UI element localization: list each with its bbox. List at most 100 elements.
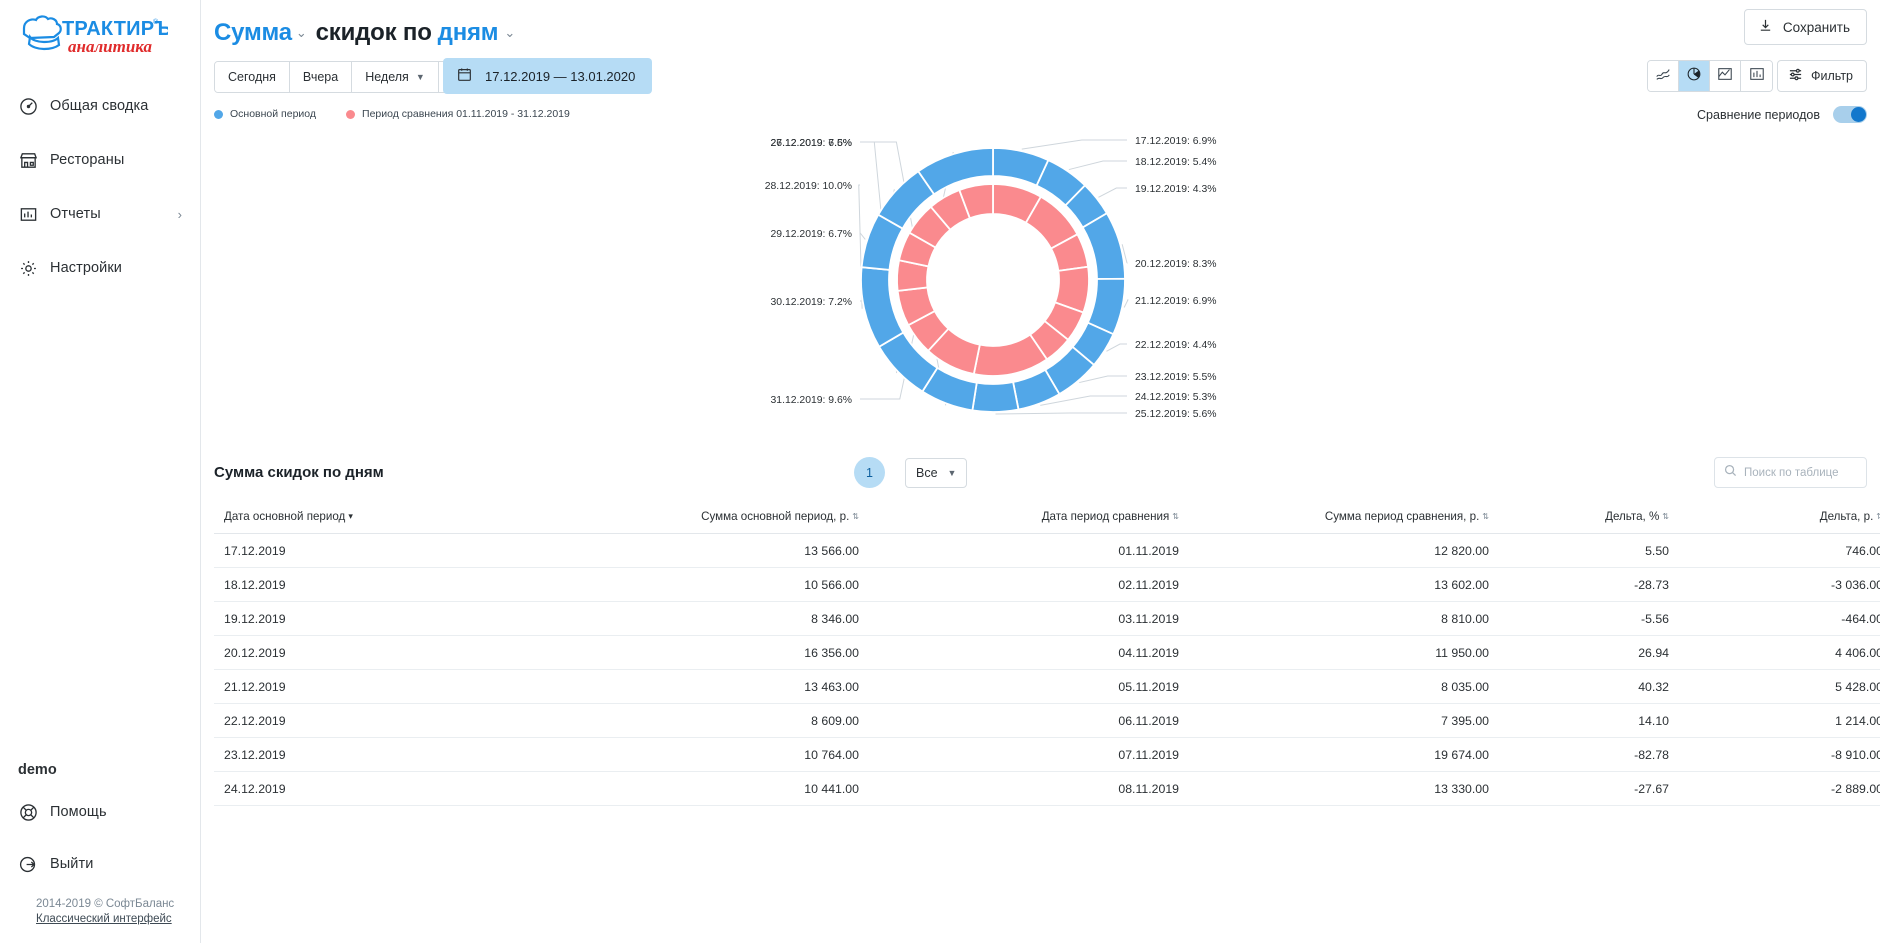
- cell-delta-abs: -8 910.00: [1679, 738, 1880, 772]
- column-header-delta-abs[interactable]: Дельта, р. ⇅: [1679, 504, 1880, 534]
- gear-icon: [18, 258, 38, 278]
- donut-chart-svg[interactable]: 17.12.2019: 6.9%18.12.2019: 5.4%19.12.20…: [201, 130, 1880, 452]
- legend-row: Основной период Период сравнения 01.11.2…: [201, 104, 1880, 130]
- view-column-chart-button[interactable]: [1741, 61, 1772, 91]
- date-range-button[interactable]: 17.12.2019 — 13.01.2020: [443, 58, 652, 94]
- cell-date-cmp: 01.11.2019: [869, 534, 1189, 568]
- chevron-down-icon: ▼: [416, 72, 425, 82]
- cell-sum-main: 10 441.00: [524, 772, 869, 806]
- table-row[interactable]: 17.12.201913 566.0001.11.201912 820.005.…: [214, 534, 1880, 568]
- sidebar-item-reports[interactable]: Отчеты ›: [0, 194, 200, 234]
- column-header-date-main[interactable]: Дата основной период ▾: [214, 504, 524, 534]
- cell-sum-cmp: 13 602.00: [1189, 568, 1499, 602]
- cell-sum-cmp: 12 820.00: [1189, 534, 1499, 568]
- donut-slice-main[interactable]: [972, 382, 1018, 412]
- chart-slice-label: 20.12.2019: 8.3%: [1135, 259, 1216, 270]
- rows-per-page-select[interactable]: Все ▼: [905, 458, 967, 488]
- sidebar-item-settings[interactable]: Настройки: [0, 248, 200, 288]
- column-header-sum-comparison[interactable]: Сумма период сравнения, р. ⇅: [1189, 504, 1499, 534]
- title-subject[interactable]: скидок по: [316, 19, 432, 47]
- sidebar-item-logout[interactable]: Выйти: [0, 844, 200, 884]
- period-label: Неделя: [365, 70, 409, 84]
- compare-periods-toggle[interactable]: [1833, 106, 1867, 123]
- view-area-chart-button[interactable]: [1710, 61, 1741, 91]
- page-number-badge[interactable]: 1: [854, 457, 885, 488]
- sidebar-item-overview[interactable]: Общая сводка: [0, 86, 200, 126]
- date-range-label: 17.12.2019 — 13.01.2020: [485, 69, 635, 84]
- cell-delta-abs: 5 428.00: [1679, 670, 1880, 704]
- chart-slice-label: 18.12.2019: 5.4%: [1135, 157, 1216, 168]
- data-table: Дата основной период ▾ Сумма основной пе…: [214, 504, 1880, 806]
- chevron-down-icon[interactable]: ⌄: [296, 25, 307, 41]
- table-row[interactable]: 19.12.20198 346.0003.11.20198 810.00-5.5…: [214, 602, 1880, 636]
- table-header-row: Дата основной период ▾ Сумма основной пе…: [214, 504, 1880, 534]
- lifebuoy-icon: [18, 802, 38, 822]
- table-row[interactable]: 21.12.201913 463.0005.11.20198 035.0040.…: [214, 670, 1880, 704]
- filter-button[interactable]: Фильтр: [1777, 60, 1867, 92]
- account-name: demo: [0, 762, 200, 792]
- table-row[interactable]: 23.12.201910 764.0007.11.201919 674.00-8…: [214, 738, 1880, 772]
- view-line-chart-button[interactable]: [1648, 61, 1679, 91]
- filter-button-label: Фильтр: [1811, 69, 1853, 83]
- legend-color-swatch: [214, 110, 223, 119]
- cell-delta-abs: -464.00: [1679, 602, 1880, 636]
- sidebar-item-label: Настройки: [50, 260, 122, 276]
- compare-periods-label: Сравнение периодов: [1697, 108, 1820, 122]
- pie-chart-icon: [1686, 66, 1702, 87]
- sort-desc-icon: ▾: [348, 513, 353, 520]
- line-chart-icon: [1655, 66, 1671, 87]
- period-label: Вчера: [303, 70, 338, 84]
- cell-sum-cmp: 13 330.00: [1189, 772, 1499, 806]
- view-mode-group: [1647, 60, 1773, 92]
- table-search-box[interactable]: [1714, 457, 1867, 488]
- cell-date-cmp: 06.11.2019: [869, 704, 1189, 738]
- table-search-input[interactable]: [1744, 467, 1857, 479]
- search-icon: [1724, 464, 1737, 482]
- cell-sum-cmp: 11 950.00: [1189, 636, 1499, 670]
- chart-leader-line: [1106, 344, 1127, 351]
- column-header-delta-percent[interactable]: Дельта, % ⇅: [1499, 504, 1679, 534]
- cell-sum-main: 8 346.00: [524, 602, 869, 636]
- table-row[interactable]: 22.12.20198 609.0006.11.20197 395.0014.1…: [214, 704, 1880, 738]
- sidebar-item-label: Помощь: [50, 804, 107, 820]
- chart-slice-label: 28.12.2019: 10.0%: [765, 181, 852, 192]
- cell-delta-abs: 746.00: [1679, 534, 1880, 568]
- column-header-sum-main[interactable]: Сумма основной период, р. ⇅: [524, 504, 869, 534]
- cell-delta-pct: 26.94: [1499, 636, 1679, 670]
- save-button-label: Сохранить: [1783, 20, 1850, 35]
- classic-interface-link[interactable]: Классический интерфейс: [0, 913, 200, 935]
- cell-date-cmp: 05.11.2019: [869, 670, 1189, 704]
- view-pie-chart-button[interactable]: [1679, 61, 1710, 91]
- column-header-date-comparison[interactable]: Дата период сравнения ⇅: [869, 504, 1189, 534]
- legend-item-main[interactable]: Основной период: [214, 108, 316, 120]
- chart-slice-label: 29.12.2019: 6.7%: [771, 229, 852, 240]
- donut-chart: 17.12.2019: 6.9%18.12.2019: 5.4%19.12.20…: [201, 130, 1880, 452]
- save-button[interactable]: Сохранить: [1744, 9, 1867, 45]
- title-grouping[interactable]: дням: [438, 19, 499, 47]
- table-row[interactable]: 24.12.201910 441.0008.11.201913 330.00-2…: [214, 772, 1880, 806]
- cell-delta-abs: 1 214.00: [1679, 704, 1880, 738]
- cell-date-cmp: 04.11.2019: [869, 636, 1189, 670]
- period-week-button[interactable]: Неделя ▼: [352, 62, 439, 92]
- period-today-button[interactable]: Сегодня: [215, 62, 290, 92]
- controls-row: Сегодня Вчера Неделя ▼ Год: [201, 58, 1880, 104]
- sidebar-bottom: demo Помощь Выйти 20: [0, 762, 200, 943]
- table-row[interactable]: 18.12.201910 566.0002.11.201913 602.00-2…: [214, 568, 1880, 602]
- logout-icon: [18, 854, 38, 874]
- legend-item-comparison[interactable]: Период сравнения 01.11.2019 - 31.12.2019: [346, 108, 570, 120]
- chevron-down-icon[interactable]: ⌄: [504, 25, 515, 41]
- chart-leader-line: [1022, 140, 1127, 149]
- app-root: ТРАКТИРЪ ® аналитика Общая сводка: [0, 0, 1880, 943]
- sidebar: ТРАКТИРЪ ® аналитика Общая сводка: [0, 0, 201, 943]
- sidebar-item-help[interactable]: Помощь: [0, 792, 200, 832]
- brand-logo[interactable]: ТРАКТИРЪ ® аналитика: [0, 0, 200, 62]
- period-yesterday-button[interactable]: Вчера: [290, 62, 352, 92]
- title-metric[interactable]: Сумма: [214, 19, 292, 47]
- cell-date-cmp: 03.11.2019: [869, 602, 1189, 636]
- table-row[interactable]: 20.12.201916 356.0004.11.201911 950.0026…: [214, 636, 1880, 670]
- cell-delta-pct: 5.50: [1499, 534, 1679, 568]
- sort-icon: ⇅: [1876, 513, 1880, 520]
- sidebar-item-restaurants[interactable]: Рестораны: [0, 140, 200, 180]
- cell-sum-main: 13 463.00: [524, 670, 869, 704]
- column-chart-icon: [1749, 66, 1765, 87]
